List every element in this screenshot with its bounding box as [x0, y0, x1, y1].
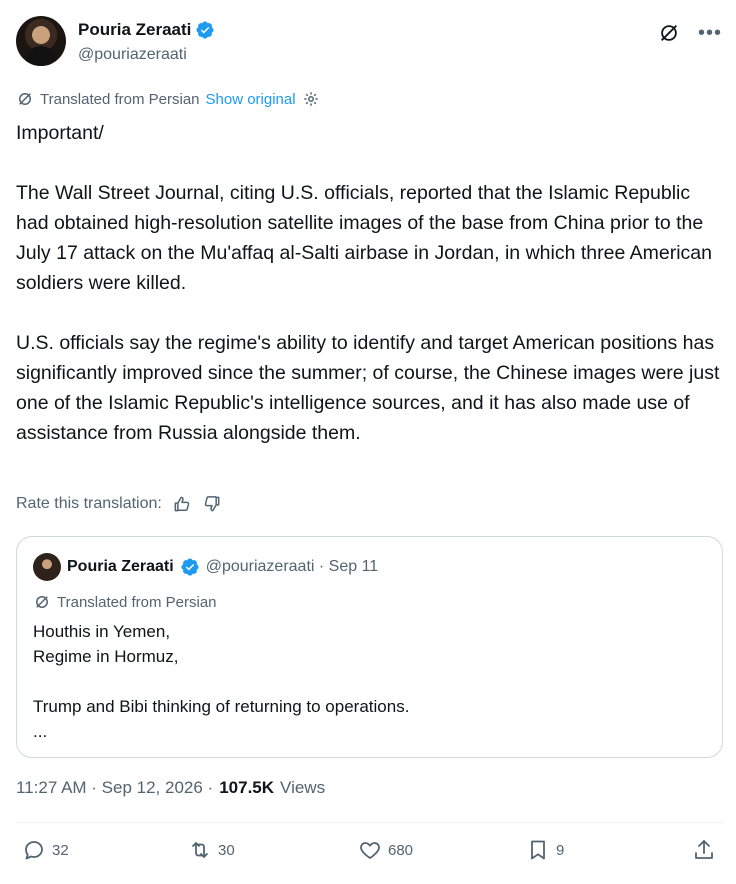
bookmark-button[interactable]: 9	[526, 838, 564, 862]
translation-bar: Translated from Persian Show original	[16, 90, 320, 108]
post-meta: 11:27 AM · Sep 12, 2026 · 107.5K Views	[16, 778, 325, 798]
action-bar: 32 30 680 9	[22, 838, 718, 872]
reply-count: 32	[52, 841, 69, 859]
thumbs-down-icon[interactable]	[202, 494, 222, 514]
verified-badge-icon	[181, 558, 199, 576]
verified-badge-icon	[196, 21, 214, 39]
share-button[interactable]	[692, 838, 716, 862]
views-count: 107.5K	[219, 778, 275, 797]
repost-button[interactable]: 30	[188, 838, 235, 862]
share-icon	[695, 840, 713, 859]
thumbs-up-icon[interactable]	[172, 494, 192, 514]
like-button[interactable]: 680	[358, 838, 413, 862]
post-header: Pouria Zeraati @pouriazeraati •••	[16, 16, 722, 70]
translate-icon	[19, 93, 31, 105]
quoted-handle-date: @pouriazeraati · Sep 11	[205, 558, 379, 575]
reply-icon	[25, 841, 43, 860]
translate-icon	[36, 596, 48, 608]
grok-icon[interactable]	[658, 22, 680, 44]
quoted-post[interactable]: Pouria Zeraati @pouriazeraati · Sep 11 T…	[16, 536, 723, 758]
author-name-line: Pouria Zeraati	[78, 20, 215, 40]
more-options-icon[interactable]: •••	[698, 23, 722, 43]
timestamp[interactable]: 11:27 AM · Sep 12, 2026 ·	[16, 778, 213, 798]
like-count: 680	[388, 841, 414, 859]
avatar[interactable]	[16, 16, 66, 66]
reply-button[interactable]: 32	[22, 838, 69, 862]
repost-count: 30	[218, 841, 235, 859]
author-name[interactable]: Pouria Zeraati	[78, 20, 191, 40]
translated-label: Translated from Persian	[40, 90, 200, 108]
divider	[16, 822, 723, 823]
bookmark-icon	[531, 840, 545, 860]
rate-translation-label: Rate this translation:	[16, 495, 162, 512]
header-actions: •••	[658, 22, 722, 44]
repost-icon	[192, 842, 208, 858]
bookmark-count: 9	[556, 841, 565, 859]
quoted-author-name: Pouria Zeraati	[67, 558, 174, 575]
heart-icon	[360, 842, 380, 859]
rate-translation: Rate this translation:	[16, 494, 222, 514]
quoted-translation-bar: Translated from Persian	[33, 593, 217, 611]
show-original-link[interactable]: Show original	[206, 91, 296, 108]
views-label: Views	[280, 778, 326, 797]
post-text: Important/ The Wall Street Journal, citi…	[16, 122, 720, 444]
quoted-translated-label: Translated from Persian	[57, 593, 217, 611]
quoted-avatar	[33, 553, 61, 581]
author-handle[interactable]: @pouriazeraati	[78, 46, 187, 64]
quoted-post-header: Pouria Zeraati @pouriazeraati · Sep 11	[33, 553, 378, 581]
settings-gear-icon[interactable]	[302, 90, 320, 108]
quoted-post-text: Houthis in Yemen, Regime in Hormuz, Trum…	[33, 622, 410, 741]
